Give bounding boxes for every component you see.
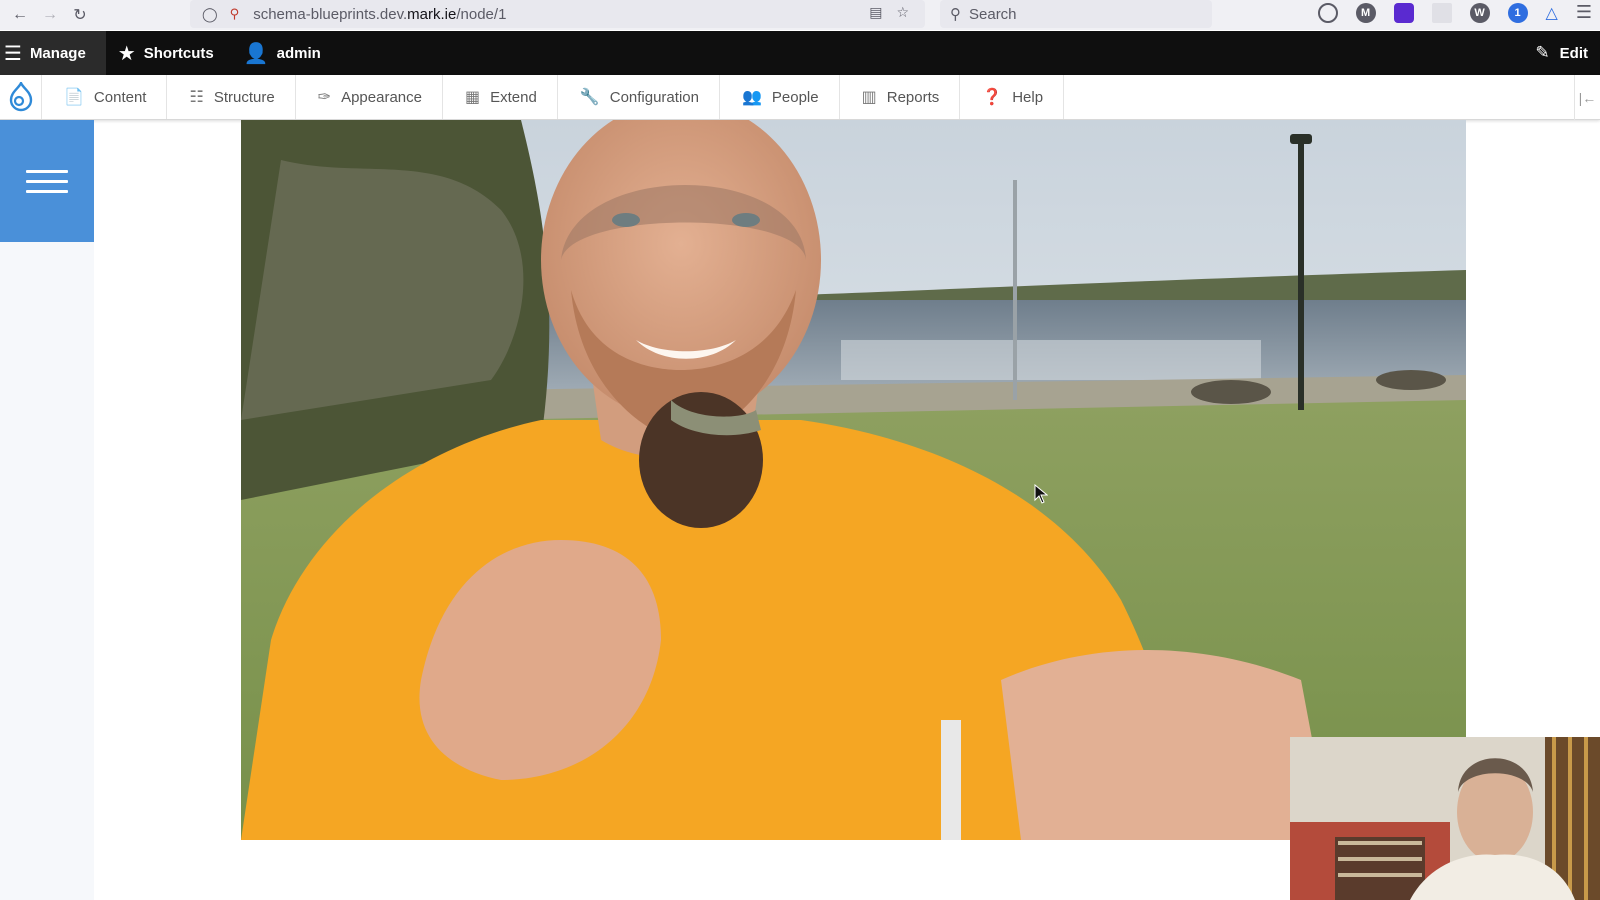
bookmark-star-icon[interactable]: ☆ bbox=[896, 4, 909, 21]
tray-orientation-toggle[interactable]: |← bbox=[1574, 75, 1600, 120]
reload-icon[interactable]: ↻ bbox=[70, 5, 90, 25]
brush-icon: ✑ bbox=[317, 89, 332, 106]
tray-item-people[interactable]: 👥 People bbox=[720, 75, 840, 119]
tray-item-appearance[interactable]: ✑ Appearance bbox=[296, 75, 443, 119]
admin-tray: 📄 Content ☷ Structure ✑ Appearance ▦ Ext… bbox=[0, 75, 1600, 120]
extension-w-icon[interactable]: W bbox=[1469, 2, 1490, 23]
search-input[interactable]: ⚲ Search bbox=[940, 0, 1212, 28]
tray-item-extend[interactable]: ▦ Extend bbox=[443, 75, 558, 119]
url-text: schema-blueprints.dev.mark.ie/node/1 bbox=[253, 5, 507, 23]
forward-icon[interactable]: → bbox=[40, 5, 60, 25]
hamburger-menu-icon[interactable]: ☰ bbox=[1576, 2, 1592, 23]
tray-item-content[interactable]: 📄 Content bbox=[42, 75, 168, 119]
file-icon: 📄 bbox=[64, 89, 84, 106]
wrench-icon: 🔧 bbox=[579, 89, 600, 106]
extension-purple-icon[interactable] bbox=[1393, 2, 1414, 23]
pencil-icon: ✎ bbox=[1535, 43, 1550, 62]
hero-image bbox=[241, 120, 1466, 840]
address-bar[interactable]: ◯ ⚲ schema-blueprints.dev.mark.ie/node/1… bbox=[190, 0, 925, 28]
extension-m-icon[interactable]: M bbox=[1355, 2, 1376, 23]
menu-icon: ☰ bbox=[4, 42, 22, 65]
pocket-icon[interactable] bbox=[1317, 2, 1338, 23]
admin-toolbar: ☰ Manage ★ Shortcuts 👤 admin ✎ Edit bbox=[0, 31, 1600, 75]
help-icon: ❓ bbox=[982, 89, 1003, 106]
tray-item-help[interactable]: ❓ Help bbox=[960, 75, 1065, 119]
toolbar-shortcuts[interactable]: ★ Shortcuts bbox=[106, 31, 232, 75]
toolbar-user[interactable]: 👤 admin bbox=[232, 31, 339, 75]
bar-chart-icon: ▥ bbox=[861, 89, 877, 106]
puzzle-icon: ▦ bbox=[464, 89, 481, 106]
tray-item-reports[interactable]: ▥ Reports bbox=[840, 75, 961, 119]
shield-icon[interactable]: ◯ bbox=[202, 6, 218, 23]
toolbar-manage[interactable]: ☰ Manage bbox=[0, 31, 106, 75]
password-manager-icon[interactable]: 1 bbox=[1507, 2, 1528, 23]
star-icon: ★ bbox=[117, 42, 136, 65]
reader-view-icon[interactable]: ▤ bbox=[869, 4, 882, 21]
lock-icon[interactable]: ⚲ bbox=[230, 6, 240, 22]
extension-triangle-icon[interactable]: △ bbox=[1546, 3, 1558, 23]
sitemap-icon: ☷ bbox=[189, 89, 204, 106]
search-icon: ⚲ bbox=[950, 6, 961, 23]
mouse-cursor-icon bbox=[1034, 483, 1049, 509]
drupal-logo-icon[interactable] bbox=[0, 75, 42, 119]
tray-item-configuration[interactable]: 🔧 Configuration bbox=[558, 75, 720, 119]
tray-item-structure[interactable]: ☷ Structure bbox=[167, 75, 296, 119]
site-menu-button[interactable] bbox=[0, 120, 94, 242]
extension-blank-icon[interactable] bbox=[1431, 2, 1452, 23]
user-icon: 👤 bbox=[243, 42, 269, 65]
toolbar-edit[interactable]: ✎ Edit bbox=[1535, 31, 1588, 75]
hamburger-icon bbox=[26, 163, 68, 200]
browser-toolbar: ← → ↻ ◯ ⚲ schema-blueprints.dev.mark.ie/… bbox=[0, 0, 1600, 30]
people-icon: 👥 bbox=[741, 89, 762, 106]
webcam-overlay bbox=[1290, 737, 1600, 900]
back-icon[interactable]: ← bbox=[10, 5, 30, 25]
